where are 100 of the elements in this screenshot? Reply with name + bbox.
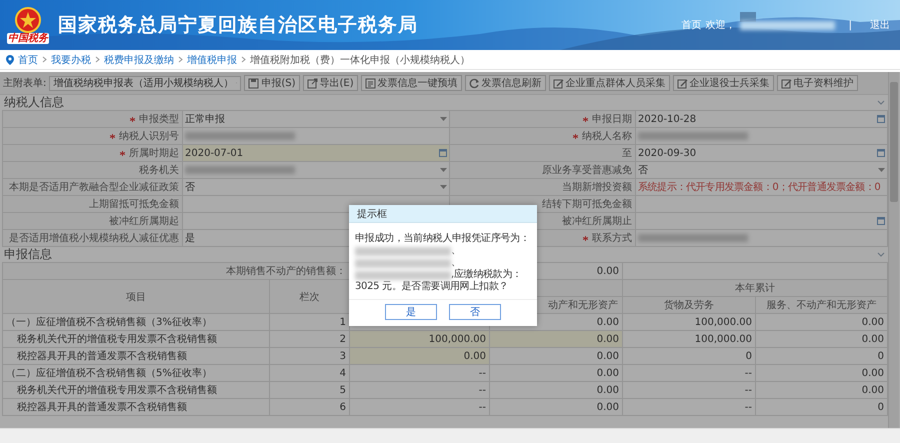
field-label: 所属时期起 bbox=[2, 144, 182, 162]
form-field[interactable]: 系统提示：代开专用发票金额：0；代开普通发票金额：0 bbox=[636, 178, 888, 196]
caret-icon bbox=[440, 117, 447, 121]
table-cell: 5 bbox=[270, 382, 350, 398]
chevron-icon bbox=[42, 56, 47, 63]
table-cell: -- bbox=[622, 398, 756, 416]
table-cell: 税控器具开具的普通发票不含税销售额 bbox=[2, 398, 270, 416]
field-label: 是否适用增值税小规模纳税人减征优惠 bbox=[2, 230, 182, 246]
field-label: 至 bbox=[450, 144, 636, 162]
table-cell: 税务机关代开的增值税专用发票不含税销售额 bbox=[2, 330, 270, 348]
refresh-icon bbox=[468, 78, 480, 88]
calendar-icon bbox=[877, 149, 885, 157]
logo-text: 中国税务 bbox=[7, 32, 49, 44]
calendar-icon bbox=[439, 149, 447, 157]
table-cell: -- bbox=[350, 382, 490, 398]
table-cell: 0.00 bbox=[490, 398, 623, 416]
table-cell: 0.00 bbox=[756, 330, 888, 348]
location-pin-icon bbox=[6, 54, 14, 64]
table-cell: 0.00 bbox=[756, 382, 888, 398]
table-cell: 0.00 bbox=[490, 364, 623, 382]
table-cell: 0 bbox=[756, 398, 888, 416]
dialog-message: 3025 元。是否需要调用网上扣款？ bbox=[355, 281, 508, 293]
dialog-button[interactable]: 是 bbox=[385, 304, 437, 320]
form-field[interactable]: 否 bbox=[636, 162, 888, 178]
caret-icon bbox=[440, 168, 447, 172]
dialog-button[interactable]: 否 bbox=[449, 304, 501, 320]
form-field[interactable]: 2020-07-01 bbox=[182, 144, 450, 162]
toolbar-button[interactable]: 发票信息一键预填 bbox=[360, 75, 462, 91]
chevron-icon bbox=[178, 56, 183, 63]
table-cell: （一）应征增值税不含税销售额（3%征收率） bbox=[2, 314, 270, 330]
column-header: 栏次 bbox=[270, 280, 350, 314]
required-asterisk-icon bbox=[120, 150, 125, 156]
breadcrumb-link[interactable]: 增值税申报 bbox=[187, 52, 237, 66]
field-label: 税务机关 bbox=[2, 162, 182, 178]
table-cell: 0.00 bbox=[490, 382, 623, 398]
logout-link[interactable]: 退出 bbox=[870, 18, 890, 32]
form-field[interactable]: 正常申报 bbox=[182, 110, 450, 128]
table-cell: 100,000.00 bbox=[622, 314, 756, 330]
system-hint: 系统提示：代开专用发票金额：0；代开普通发票金额：0 bbox=[638, 180, 880, 194]
breadcrumb-link[interactable]: 首页 bbox=[18, 52, 38, 66]
required-asterisk-icon bbox=[583, 236, 588, 241]
breadcrumb-current: 增值税附加税（费）一体化申报（小规模纳税人） bbox=[250, 54, 470, 66]
breadcrumb-link[interactable]: 税费申报及缴纳 bbox=[104, 52, 174, 66]
form-select[interactable]: 增值税纳税申报表（适用小规模纳税人） bbox=[49, 76, 242, 90]
emblem-icon bbox=[15, 6, 41, 32]
save-icon bbox=[248, 78, 260, 88]
field-label: 上期留抵可抵免金额 bbox=[2, 196, 182, 212]
section-title: 申报信息 bbox=[4, 246, 52, 263]
form-field[interactable]: 2020-09-30 bbox=[636, 144, 888, 162]
toolbar-button[interactable]: 电子资料维护 bbox=[776, 75, 858, 91]
table-cell: -- bbox=[622, 364, 756, 382]
table-cell: 0 bbox=[756, 348, 888, 364]
edit-icon bbox=[552, 78, 564, 88]
chevron-icon bbox=[241, 56, 246, 63]
chevron-down-icon bbox=[877, 252, 885, 257]
form-field[interactable] bbox=[636, 128, 888, 144]
chevron-icon bbox=[95, 56, 100, 63]
form-field[interactable]: 2020-10-28 bbox=[636, 110, 888, 128]
toolbar-button[interactable]: 发票信息刷新 bbox=[464, 75, 546, 91]
form-field[interactable]: 否 bbox=[182, 178, 450, 196]
form-field[interactable] bbox=[636, 212, 888, 230]
scrollbar[interactable] bbox=[888, 72, 899, 428]
toolbar-button[interactable]: 企业退役士兵采集 bbox=[672, 75, 774, 91]
table-cell: 本期销售不动产的销售额： bbox=[2, 262, 350, 280]
toolbar-button[interactable]: 企业重点群体人员采集 bbox=[548, 75, 670, 91]
field-label: 当期新增投资额 bbox=[450, 178, 636, 196]
input-cell[interactable]: 0.00 bbox=[350, 348, 490, 364]
caret-icon bbox=[440, 185, 447, 189]
field-label: 申报类型 bbox=[2, 110, 182, 128]
required-asterisk-icon bbox=[573, 134, 578, 139]
table-cell: 0.00 bbox=[756, 314, 888, 330]
table-cell: 3 bbox=[270, 348, 350, 364]
toolbar-button[interactable]: 申报(S) bbox=[244, 75, 300, 91]
dialog-title: 提示框 bbox=[349, 205, 537, 223]
form-field[interactable] bbox=[636, 230, 888, 246]
table-cell: -- bbox=[622, 382, 756, 398]
site-title: 国家税务总局宁夏回族自治区电子税务局 bbox=[58, 13, 418, 38]
chevron-down-icon bbox=[877, 100, 885, 105]
column-header: 货物及劳务 bbox=[622, 296, 756, 314]
field-label: 申报日期 bbox=[450, 110, 636, 128]
required-asterisk-icon bbox=[583, 116, 588, 122]
column-header: 本年累计 bbox=[622, 280, 888, 296]
document-icon bbox=[364, 78, 376, 88]
table-cell: -- bbox=[350, 364, 490, 382]
required-asterisk-icon bbox=[110, 134, 115, 139]
field-label: 纳税人名称 bbox=[450, 128, 636, 144]
table-cell: 0.00 bbox=[490, 348, 623, 364]
breadcrumb-link[interactable]: 我要办税 bbox=[51, 52, 91, 66]
separator-text: 、 bbox=[451, 245, 461, 257]
input-cell[interactable]: 0.00 bbox=[490, 330, 623, 348]
table-cell: 税控器具开具的普通发票不含税销售额 bbox=[2, 348, 270, 364]
toolbar-button[interactable]: 导出(E) bbox=[302, 75, 358, 91]
input-cell[interactable]: 100,000.00 bbox=[350, 330, 490, 348]
caret-icon bbox=[878, 168, 885, 172]
table-cell: 税务机关代开的增值税专用发票不含税销售额 bbox=[2, 382, 270, 398]
table-cell: -- bbox=[350, 398, 490, 416]
form-field[interactable] bbox=[182, 162, 450, 178]
table-cell: 6 bbox=[270, 398, 350, 416]
form-label: 主附表单: bbox=[3, 76, 46, 90]
column-header: 服务、不动产和无形资产 bbox=[756, 296, 888, 314]
